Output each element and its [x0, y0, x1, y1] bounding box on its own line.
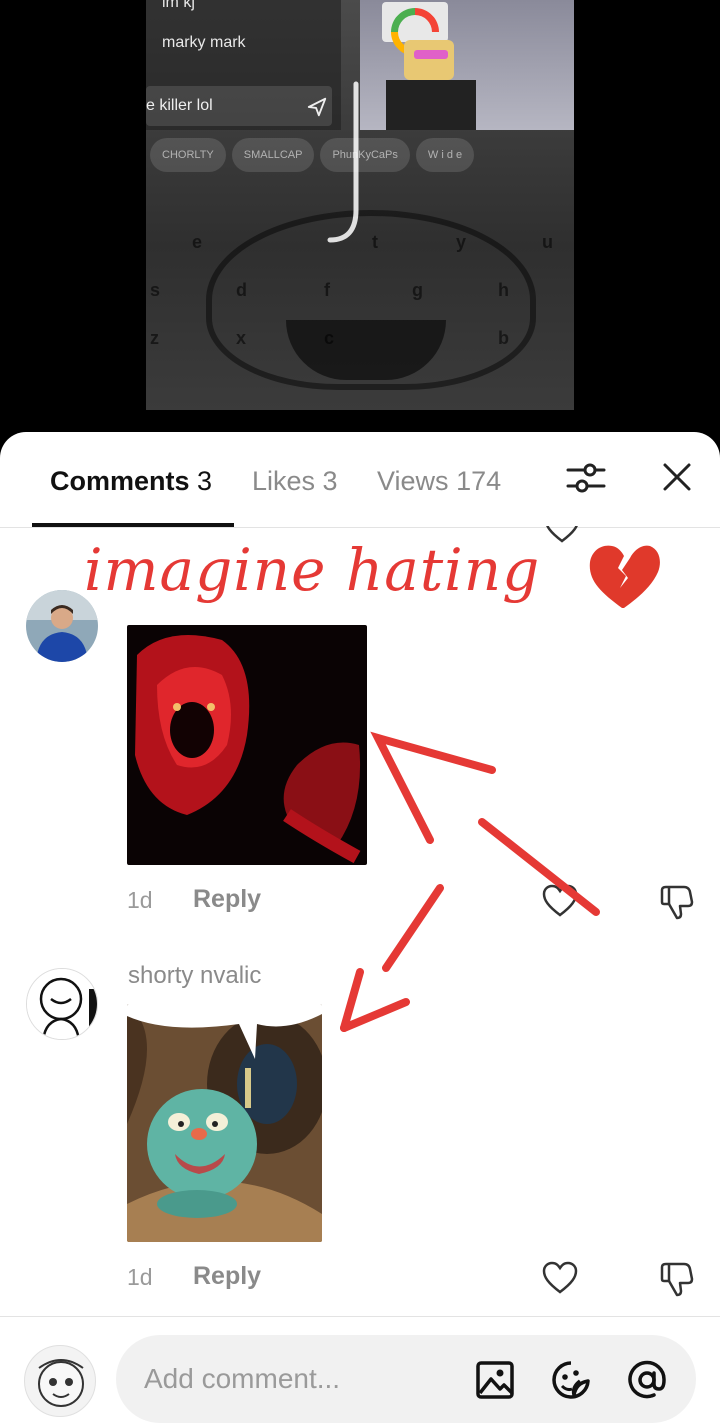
comment-time: 1d — [127, 887, 153, 913]
key: c — [324, 328, 335, 348]
game-avatar-body — [386, 80, 476, 130]
dislike-icon[interactable] — [658, 884, 694, 920]
close-icon[interactable] — [660, 460, 694, 494]
watermark-logo-icon — [327, 81, 359, 243]
key: x — [236, 328, 247, 348]
key: h — [498, 280, 509, 300]
comment-username[interactable]: shorty nvalic — [128, 962, 261, 990]
tab-likes-label: Likes — [252, 466, 316, 496]
avatar[interactable] — [26, 968, 98, 1040]
gauge-icon — [381, 0, 449, 66]
tab-views[interactable]: Views 174 — [377, 466, 501, 497]
comment-input[interactable] — [116, 1335, 696, 1423]
speech-bubble-overlay — [127, 1004, 322, 1059]
reply-button[interactable]: Reply — [193, 885, 261, 914]
broken-heart-icon — [589, 545, 660, 608]
game-avatar-head — [404, 40, 454, 80]
filter-icon[interactable] — [566, 460, 606, 496]
key: d — [236, 280, 247, 300]
image-icon[interactable] — [474, 1359, 516, 1401]
tab-comments-label: Comments — [50, 466, 190, 496]
mention-icon[interactable] — [626, 1359, 668, 1401]
key: g — [412, 280, 423, 300]
keyboard-pill: W i d e — [415, 138, 475, 172]
tab-likes[interactable]: Likes 3 — [252, 466, 338, 497]
tab-views-label: Views — [377, 466, 449, 496]
tab-comments-count: 3 — [197, 466, 213, 496]
key: y — [456, 232, 467, 252]
comment-input-bar — [0, 1316, 720, 1424]
tabs-header: Comments 3 Likes 3 Views 174 — [0, 432, 720, 528]
heart-icon[interactable] — [542, 884, 578, 918]
dislike-icon[interactable] — [658, 1261, 694, 1297]
tab-views-count: 174 — [456, 466, 502, 496]
chat-line: im kj — [162, 0, 195, 11]
tab-likes-count: 3 — [322, 466, 338, 496]
video-preview[interactable]: im kj marky mark e killer lol CHORLTY SM… — [0, 0, 720, 440]
current-user-avatar[interactable] — [24, 1345, 96, 1417]
key: z — [150, 328, 159, 348]
heart-icon — [546, 526, 578, 543]
comment-gif-image[interactable] — [127, 625, 367, 865]
game-avatar-glasses — [414, 50, 448, 59]
comment-gif-image[interactable] — [127, 1004, 322, 1242]
chat-line: marky mark — [162, 34, 246, 51]
key: u — [542, 232, 553, 252]
chat-input-text: e killer lol — [146, 97, 213, 114]
annotation-text: imagine hating — [84, 536, 541, 604]
key: s — [150, 280, 161, 300]
reply-button[interactable]: Reply — [193, 1262, 261, 1291]
keyboard-pill: CHORLTY — [150, 138, 226, 172]
tab-comments[interactable]: Comments 3 — [50, 466, 212, 497]
comment-time: 1d — [127, 1264, 153, 1290]
game-chat-panel: im kj marky mark e killer lol — [146, 0, 341, 130]
key: f — [324, 280, 330, 300]
heart-icon[interactable] — [542, 1261, 578, 1295]
key: e — [192, 232, 203, 252]
game-chat-input: e killer lol — [146, 86, 332, 126]
video-frame: im kj marky mark e killer lol CHORLTY SM… — [146, 0, 574, 410]
sticker-icon[interactable] — [550, 1359, 592, 1401]
key: b — [498, 328, 509, 348]
keyboard-pill: SMALLCAP — [231, 138, 315, 172]
comments-sheet: Comments 3 Likes 3 Views 174 1d Reply sh… — [0, 432, 720, 1424]
